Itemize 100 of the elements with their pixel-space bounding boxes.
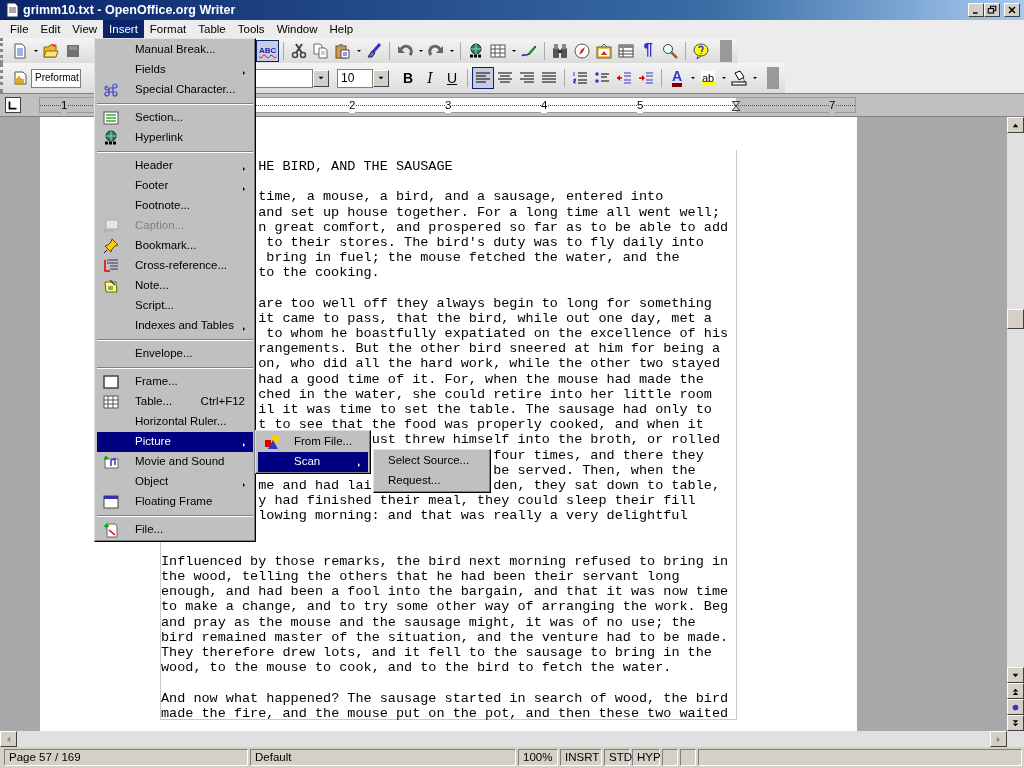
status-field: Default <box>250 749 516 766</box>
status-field: 100% <box>518 749 558 766</box>
menu-item[interactable]: Select Source... <box>376 451 488 471</box>
previous-page-button[interactable] <box>1007 683 1024 699</box>
italic-button[interactable]: I <box>419 67 441 89</box>
menu-item[interactable]: Table <box>192 20 232 38</box>
menu-item[interactable]: Bookmark... <box>97 236 253 256</box>
menu-item[interactable]: Section... <box>97 108 253 128</box>
menu-item[interactable]: Tools <box>231 20 271 38</box>
scroll-up-button[interactable] <box>1007 117 1024 133</box>
restore-icon[interactable] <box>984 3 1000 17</box>
spellcheck-button[interactable]: ABC <box>256 39 280 62</box>
paragraph-style-field[interactable]: Preformat <box>31 68 81 88</box>
close-icon[interactable] <box>1004 3 1020 17</box>
text-line: ust threw himself into the broth, or rolled <box>371 432 720 448</box>
text-line: Influenced by those remarks, the bird next morning refused to bring in <box>161 553 729 570</box>
menu-item[interactable]: Indexes and Tables <box>97 316 253 336</box>
scroll-right-button[interactable] <box>990 731 1007 747</box>
text-line: the wood, telling the others that he had been their servant long <box>161 569 680 585</box>
text-line: y had finished their meal, they could sleep their fill <box>258 493 696 509</box>
menu-item[interactable]: Table... Ctrl+F12 <box>97 392 253 412</box>
menu-item[interactable]: Movie and Sound <box>97 452 253 472</box>
menu-item[interactable]: View <box>66 20 104 38</box>
menu-item[interactable]: Edit <box>34 20 67 38</box>
scroll-thumb[interactable] <box>1007 309 1024 329</box>
pushpin-icon <box>103 238 119 254</box>
ruler-number: 4 <box>541 99 548 113</box>
menu-item[interactable]: Footer <box>97 176 253 196</box>
document-icon <box>4 2 20 18</box>
navigation-button[interactable] <box>1007 699 1024 715</box>
menu-item[interactable]: Note... <box>97 276 253 296</box>
dropdown-button[interactable] <box>373 69 389 87</box>
text-line: to their stores. The bird's duty was to fly daily into <box>266 234 704 251</box>
status-field: STD <box>604 749 630 766</box>
menu-item[interactable]: Help <box>323 20 360 38</box>
text-line: me and had lai <box>258 477 372 494</box>
menu-item[interactable]: Insert <box>103 20 144 38</box>
status-field: Page 57 / 169 <box>4 749 248 766</box>
status-panel <box>680 749 696 766</box>
paint-bucket-icon[interactable] <box>728 67 750 89</box>
text-line: to whom he boastfully expatiated on the excellence of his <box>266 326 729 342</box>
text-line: ched in the water, she could retire into her little room <box>258 386 712 402</box>
menu-item[interactable]: Fields <box>97 60 253 80</box>
status-field: HYP <box>632 749 660 766</box>
shapes-icon <box>264 434 280 450</box>
tab-stop-icon[interactable] <box>5 97 21 113</box>
ruler-number: 7 <box>829 99 836 113</box>
menu-item[interactable]: Picture <box>97 432 253 452</box>
ruler-number: 2 <box>349 99 356 113</box>
menu-item[interactable]: Scan <box>258 452 368 472</box>
film-music-icon <box>103 454 119 470</box>
table-icon <box>103 394 119 410</box>
status-field: INSRT <box>560 749 602 766</box>
menu-item[interactable]: Header <box>97 156 253 176</box>
cross-reference-icon <box>103 258 119 274</box>
text-line: time, a mouse, a bird, and a sausage, entered into <box>258 189 664 205</box>
menu-item[interactable]: Manual Break... <box>97 40 253 60</box>
text-line: den, they sat down to table, <box>493 477 720 494</box>
window-icon <box>103 494 119 510</box>
menu-item[interactable]: Cross-reference... <box>97 256 253 276</box>
text-line: t to see that the food was properly cooked, and when it <box>258 417 704 433</box>
menu-item[interactable]: Object <box>97 472 253 492</box>
bold-button[interactable]: B <box>397 67 419 89</box>
menu-item[interactable]: Window <box>270 20 324 38</box>
menu-item[interactable]: File... <box>97 520 253 540</box>
text-line: had a good time of it. For, when the mouse had made the <box>258 371 704 387</box>
menu-item[interactable]: File <box>4 20 35 38</box>
menu-item[interactable]: From File... <box>258 432 368 452</box>
menu-item[interactable]: Script... <box>97 296 253 316</box>
text-line: And now what happened? The sausage started in search of wood, the bird <box>161 690 729 706</box>
scroll-down-button[interactable] <box>1007 667 1024 683</box>
double-up-arrow-icon <box>1011 686 1020 696</box>
menu-item[interactable]: Request... <box>376 471 488 491</box>
menu-item[interactable]: Hyperlink <box>97 128 253 148</box>
menu-item[interactable]: Floating Frame <box>97 492 253 512</box>
note-icon <box>103 278 119 294</box>
ruler-number: 3 <box>445 99 452 113</box>
text-line: it came to pass, that the bird, while out one day, met a <box>258 310 712 327</box>
menu-item[interactable]: Horizontal Ruler... <box>97 412 253 432</box>
next-page-button[interactable] <box>1007 715 1024 731</box>
tab-marker-icon[interactable] <box>730 99 742 113</box>
font-size-field[interactable]: 10 <box>337 68 373 88</box>
overflow-button[interactable] <box>720 39 733 62</box>
right-arrow-icon <box>994 734 1003 744</box>
underline-button[interactable]: U <box>441 67 463 89</box>
dropdown-button[interactable] <box>313 69 329 87</box>
menu-item[interactable]: Frame... <box>97 372 253 392</box>
font-color-button[interactable]: A <box>666 67 688 89</box>
text-line: lowing morning: and that was really a very delightful <box>258 508 688 524</box>
menu-item[interactable]: Special Character... <box>97 80 253 100</box>
menu-item[interactable]: Footnote... <box>97 196 253 216</box>
text-line: and set up house together. For a long time all went well; <box>258 204 720 220</box>
formatting-marks-button[interactable]: ¶ <box>637 39 660 62</box>
minimize-icon[interactable] <box>968 3 984 17</box>
font-name-field[interactable] <box>255 68 313 88</box>
menu-item[interactable]: Format <box>143 20 193 38</box>
menu-item[interactable]: Envelope... <box>97 344 253 364</box>
scroll-left-button[interactable] <box>0 731 17 747</box>
text-line: rangements. But the other bird sneered at him for being a <box>258 341 720 357</box>
align-left-icon[interactable] <box>472 67 494 89</box>
